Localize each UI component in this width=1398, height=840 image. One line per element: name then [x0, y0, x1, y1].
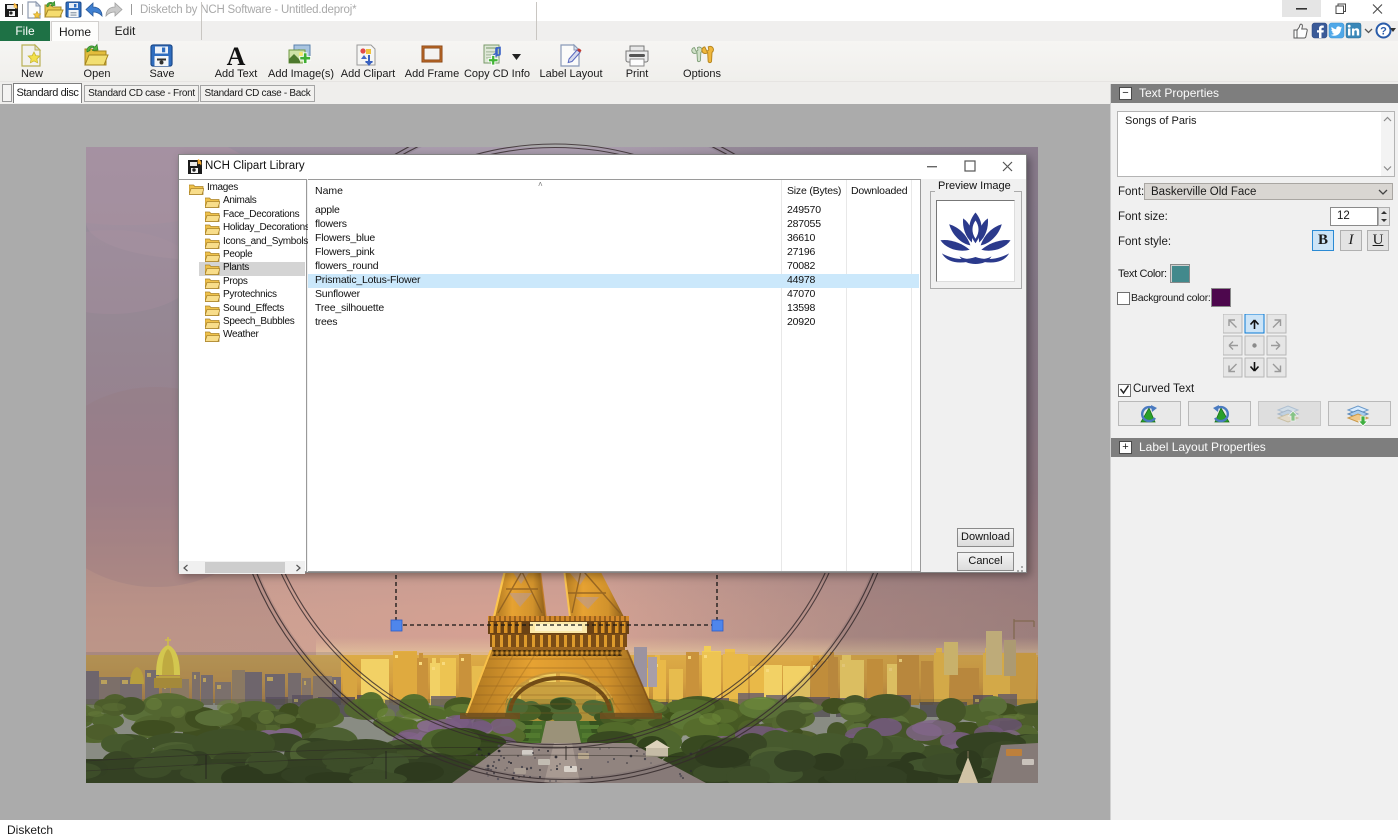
svg-text:A: A: [227, 42, 246, 71]
svg-text:?: ?: [1380, 26, 1387, 38]
